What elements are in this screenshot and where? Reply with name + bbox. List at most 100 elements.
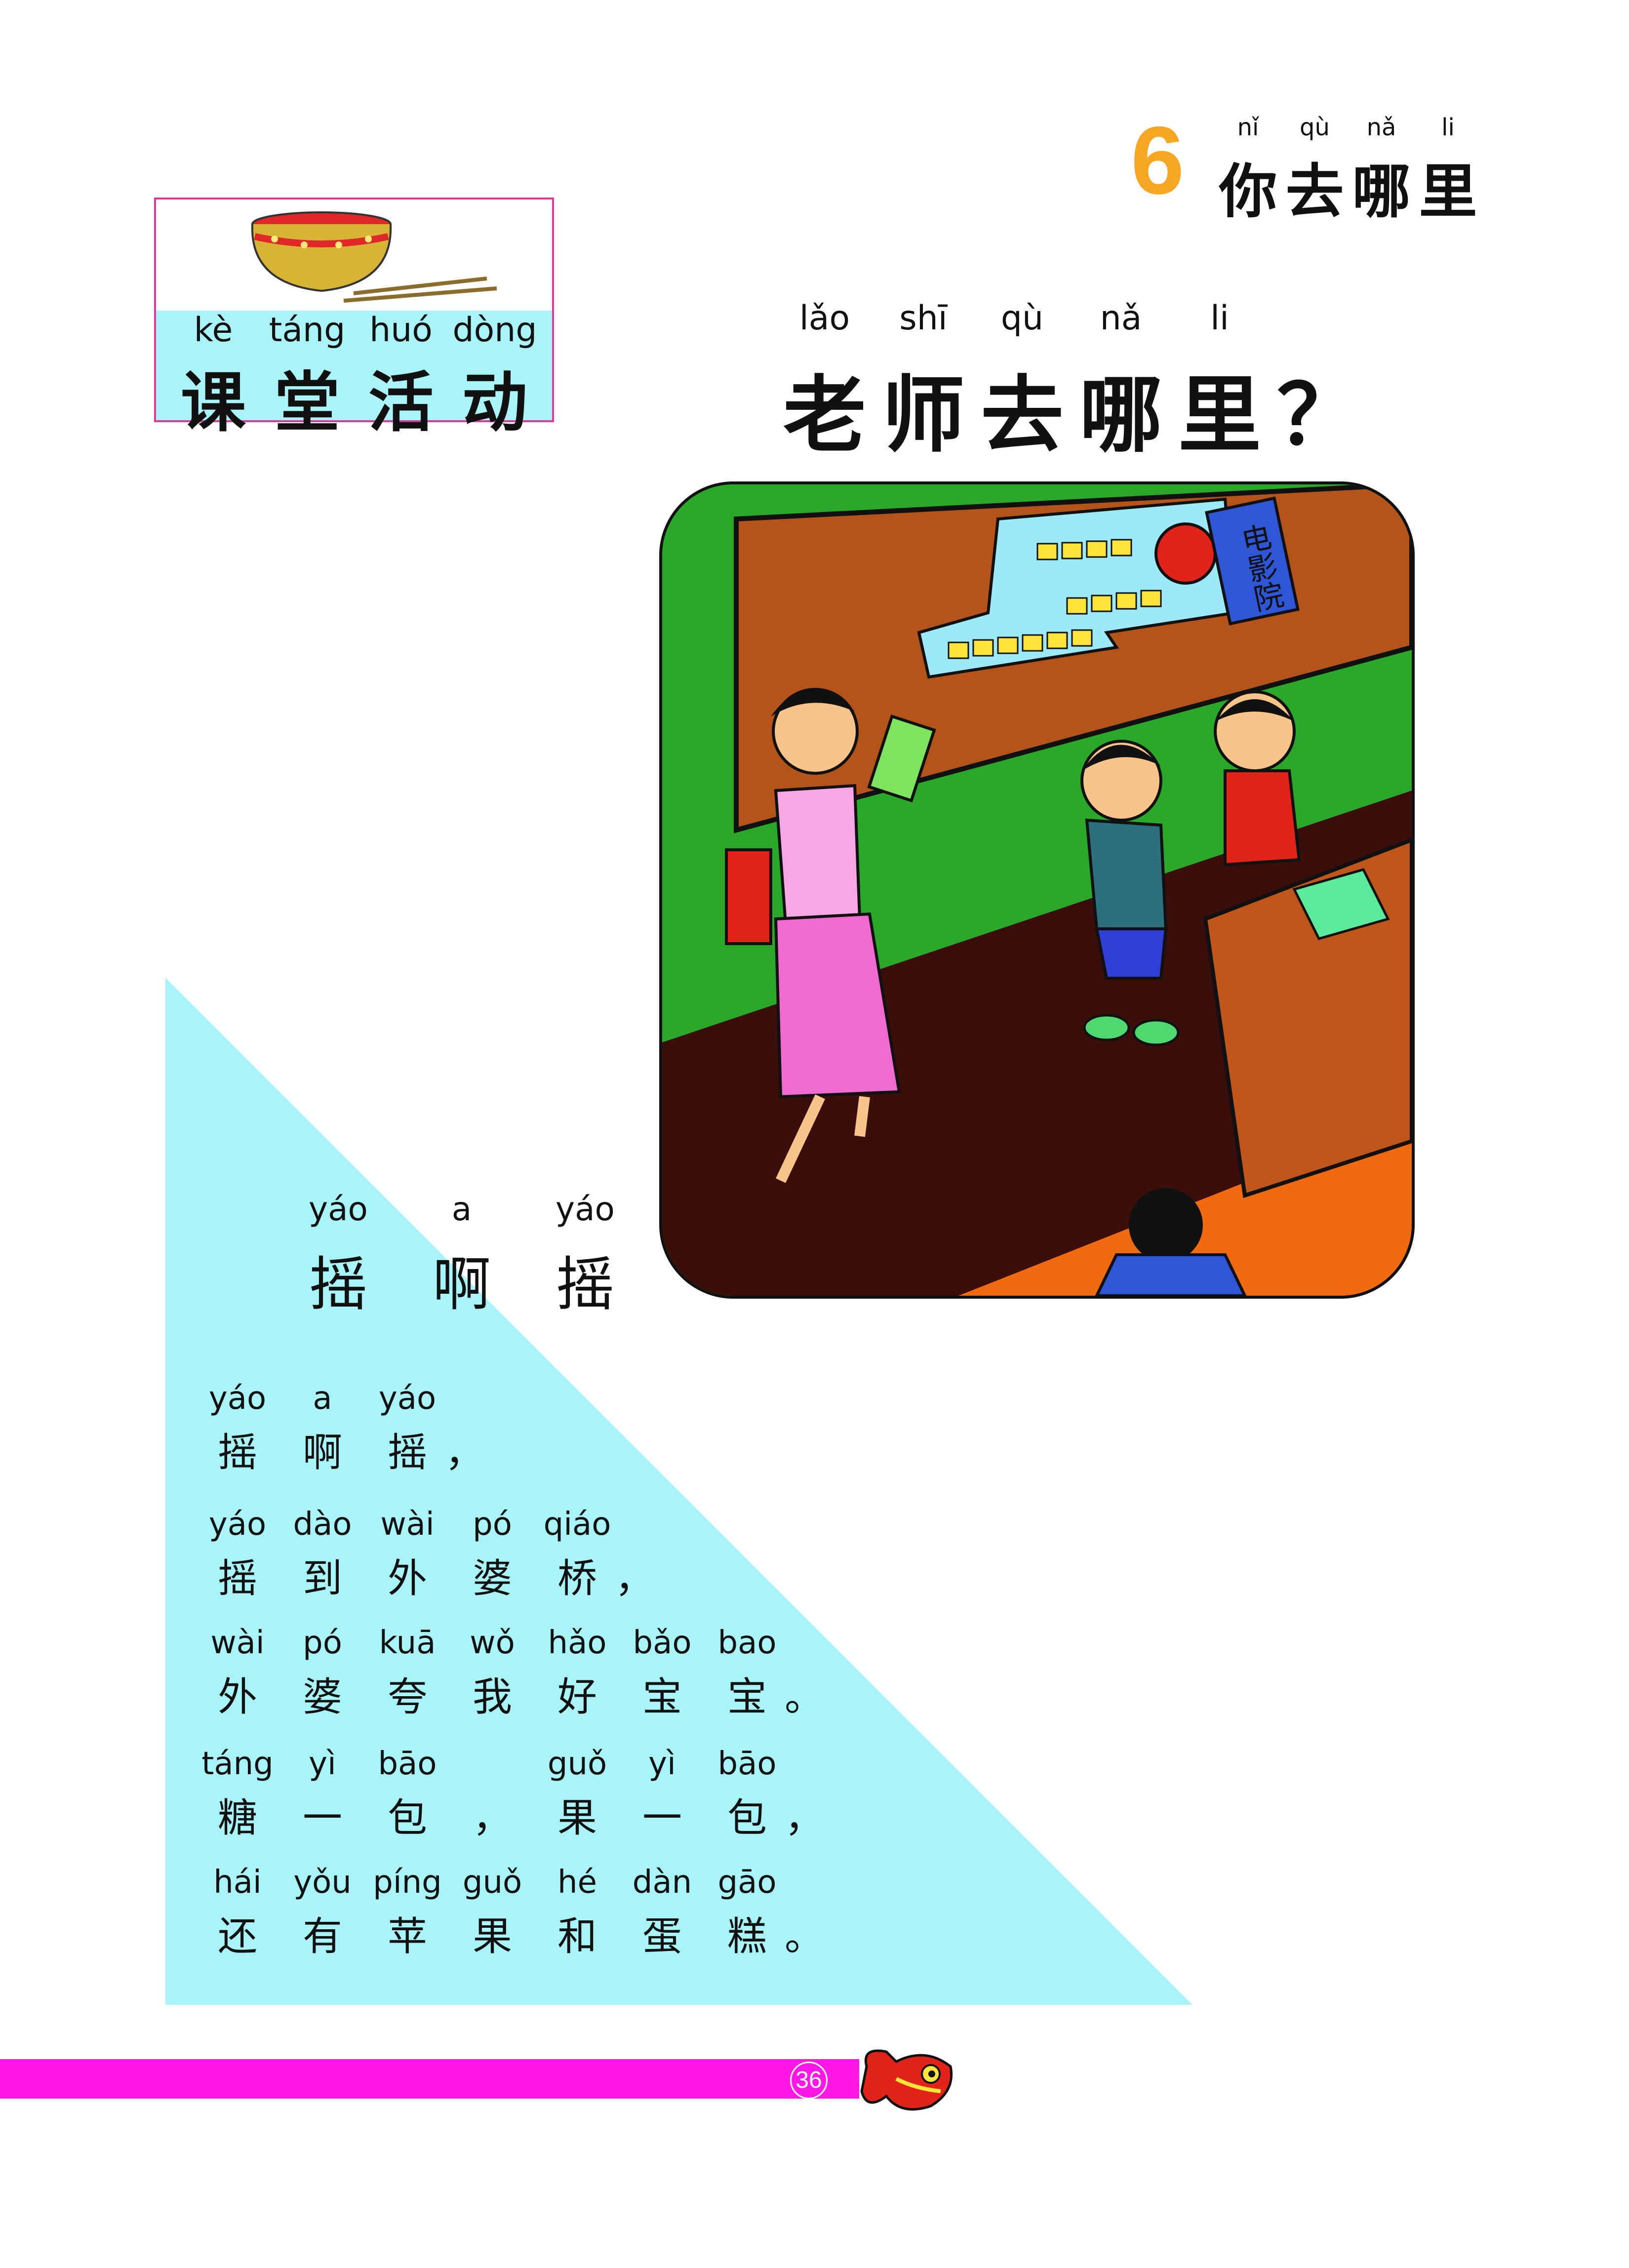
hanzi: 摇 [218, 1430, 257, 1475]
hanzi: 糕 [727, 1913, 767, 1959]
poem-line: wài 外 pó 婆 kuā 夸 wǒ 我 hǎo 好 bǎo 宝 bao 宝 。 [195, 1625, 824, 1722]
hanzi: ， [445, 1430, 484, 1475]
hanzi: 和 [557, 1913, 597, 1959]
pinyin: hái [213, 1864, 262, 1901]
pinyin: bāo [717, 1746, 777, 1782]
pinyin: nǎ [1366, 114, 1396, 141]
question-mark: ？ [1269, 299, 1368, 468]
poem-char: qiáo 桥 [535, 1506, 620, 1604]
pinyin: lǎo [799, 299, 850, 338]
question-char: qù 去 [973, 299, 1072, 468]
hanzi: 桥 [557, 1555, 597, 1601]
pinyin: li [1210, 299, 1229, 338]
hanzi: 宝 [727, 1674, 767, 1720]
hanzi: ， [615, 1555, 654, 1601]
activity-box: kè 课 táng 堂 huó 活 dòng 动 [154, 198, 554, 441]
hanzi: 啊 [303, 1430, 342, 1475]
poem-char: a啊 [280, 1380, 365, 1478]
hanzi: 去 [981, 366, 1064, 464]
hanzi: 一 [642, 1795, 682, 1841]
poem-char: pó 婆 [280, 1625, 365, 1722]
hanzi: 糖 [218, 1795, 257, 1841]
poem-title-char: yáo 摇 [277, 1190, 400, 1321]
poem-char: yáo 摇 [195, 1506, 280, 1604]
pinyin: píng [373, 1864, 442, 1901]
poem-char: bāo 包 [365, 1746, 450, 1843]
poem-line: hái 还 yǒu 有 píng 苹 guǒ 果 hé 和 dàn 蛋 gāo 糕 。 [195, 1864, 824, 1962]
poem-char: wài 外 [195, 1625, 280, 1722]
hanzi: ， [473, 1795, 512, 1841]
poem-char: hái 还 [195, 1864, 280, 1962]
hanzi: 有 [303, 1913, 342, 1959]
pinyin: nǐ [1237, 114, 1259, 141]
poem-char: yáo 摇 [365, 1380, 450, 1478]
hanzi: 动 [462, 364, 527, 441]
hanzi: 包 [727, 1795, 767, 1841]
hanzi: 摇 [218, 1555, 257, 1601]
poem-char: wǒ 我 [450, 1625, 535, 1722]
pinyin: kuā [379, 1625, 436, 1661]
footer-bar [0, 2059, 859, 2099]
poem-title: yáo 摇 a啊 yáo 摇 [277, 1190, 647, 1321]
poem-char: bao 宝 [705, 1625, 790, 1722]
pinyin: shī [899, 299, 948, 338]
poem-char: dàn 蛋 [620, 1864, 705, 1962]
poem-punct: ， [450, 1746, 535, 1843]
pinyin: yáo [309, 1190, 368, 1228]
poem-char: wài 外 [365, 1506, 450, 1604]
hanzi: 好 [557, 1674, 597, 1720]
hanzi: 果 [473, 1913, 512, 1959]
hanzi: 蛋 [642, 1913, 682, 1959]
poem-line: yáo 摇 a啊 yáo 摇 ， [195, 1380, 484, 1478]
poem-char: guǒ 果 [450, 1864, 535, 1962]
lesson-title-char: li 里 [1415, 114, 1481, 229]
question-char: lǎo 老 [775, 299, 874, 468]
poem-char: bāo 包 [705, 1746, 790, 1843]
pinyin: qù [1000, 299, 1044, 338]
hanzi: 我 [473, 1674, 512, 1720]
pinyin: dàn [632, 1864, 692, 1901]
hanzi: 摇 [556, 1250, 614, 1318]
poem-char: hǎo 好 [535, 1625, 620, 1722]
poem-title-char: a啊 [400, 1190, 523, 1321]
hanzi: 堂 [275, 364, 340, 441]
poem-char: píng 苹 [365, 1864, 450, 1962]
pinyin: wài [380, 1506, 435, 1543]
poem-punct: ， [615, 1506, 654, 1604]
hanzi: 去 [1285, 157, 1344, 226]
pinyin: wài [210, 1625, 265, 1661]
hanzi: 师 [882, 366, 965, 464]
pinyin: yáo [208, 1506, 267, 1543]
pinyin: yáo [556, 1190, 615, 1228]
hanzi: 外 [388, 1555, 427, 1601]
hanzi: 婆 [303, 1674, 342, 1720]
pinyin: bao [717, 1625, 777, 1661]
hanzi: 一 [303, 1795, 342, 1841]
hanzi: 里 [1178, 366, 1261, 464]
page-number: 36 [790, 2062, 828, 2099]
poem-char: dào 到 [280, 1506, 365, 1604]
lesson-number: 6 [1131, 107, 1185, 214]
activity-label: kè 课 táng 堂 huó 活 dòng 动 [156, 311, 552, 444]
hanzi: 摇 [309, 1250, 367, 1318]
poem-char: yǒu 有 [280, 1864, 365, 1962]
poem-punct: ， [445, 1380, 484, 1478]
poem-char: guǒ 果 [535, 1746, 620, 1843]
hanzi: 还 [218, 1913, 257, 1959]
hanzi: 包 [388, 1795, 427, 1841]
hanzi: 宝 [642, 1674, 682, 1720]
pinyin: yáo [378, 1380, 437, 1417]
poem-punct: 。 [785, 1864, 824, 1962]
question-char: li 里 [1170, 299, 1269, 468]
hanzi: 婆 [473, 1555, 512, 1601]
pinyin: guǒ [547, 1746, 607, 1782]
hanzi: 。 [785, 1913, 824, 1959]
pinyin: pó [303, 1625, 342, 1661]
hanzi: 外 [218, 1674, 257, 1720]
poem-char: gāo 糕 [705, 1864, 790, 1962]
poem-line: táng 糖 yì 一 bāo 包 ， guǒ 果 yì 一 bāo 包 ， [195, 1746, 824, 1843]
hanzi: 啊 [432, 1250, 491, 1318]
hanzi: 里 [1419, 157, 1477, 226]
pinyin: yáo [208, 1380, 267, 1417]
hanzi: 到 [303, 1555, 342, 1601]
